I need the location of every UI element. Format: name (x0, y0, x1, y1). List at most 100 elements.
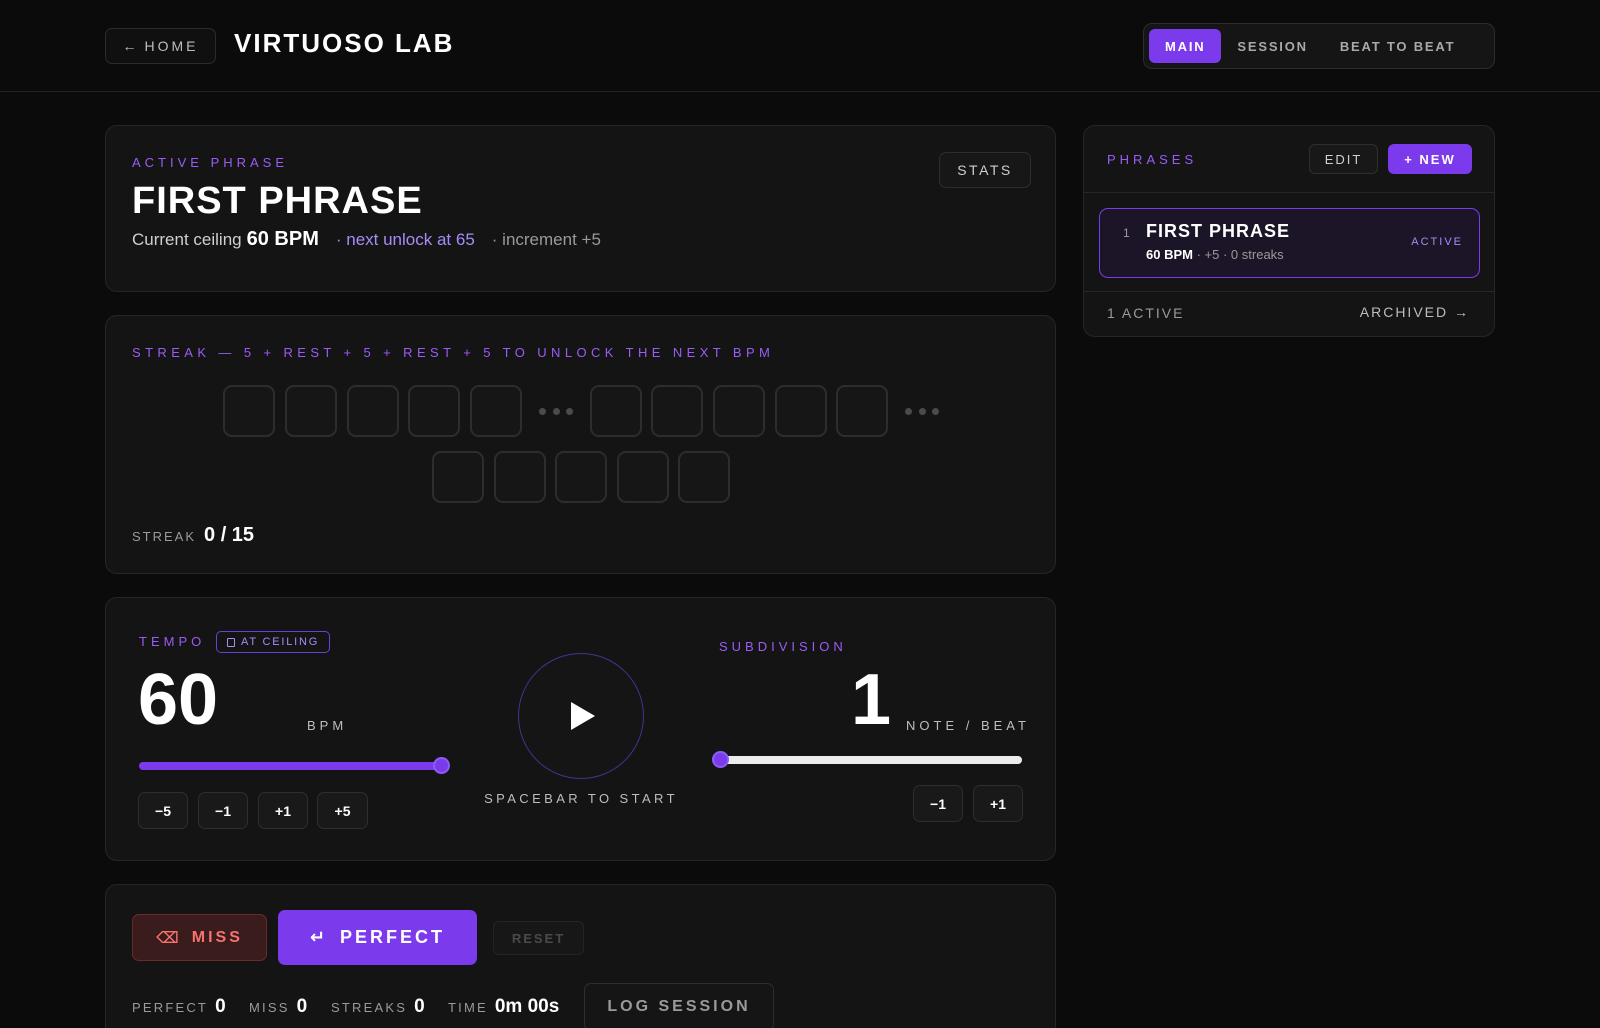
next-unlock: · next unlock at 65 (335, 230, 475, 249)
active-count: 1 ACTIVE (1107, 305, 1185, 321)
arrow-left-icon: ← (122, 38, 137, 54)
subdivision-eyebrow: SUBDIVISION (719, 639, 847, 654)
tab-beat-to-beat[interactable]: BEAT TO BEAT (1324, 29, 1472, 63)
streak-slot (617, 451, 669, 503)
streak-slot (678, 451, 730, 503)
active-phrase-title: FIRST PHRASE (132, 180, 423, 222)
metric-value: 0 (215, 996, 226, 1017)
streak-slot (470, 385, 522, 437)
log-session-button[interactable]: LOG SESSION (584, 983, 774, 1028)
active-phrase-eyebrow: ACTIVE PHRASE (132, 155, 289, 170)
phrase-list-item[interactable]: 1 FIRST PHRASE 60 BPM · +5 · 0 streaks A… (1099, 208, 1480, 278)
streak-slot (494, 451, 546, 503)
phrase-bpm: 60 BPM (1146, 247, 1193, 262)
actions-card: ⌫ MISS ↵ PERFECT RESET PERFECT 0 MISS 0 … (105, 884, 1056, 1028)
enter-icon: ↵ (309, 927, 329, 947)
phrase-streaks: · 0 streaks (1222, 247, 1284, 262)
streak-card: STREAK — 5 + REST + 5 + REST + 5 TO UNLO… (105, 315, 1056, 574)
tempo-minus-5-button[interactable]: −5 (138, 792, 188, 829)
app-title: VIRTUOSO LAB (234, 28, 455, 58)
tempo-card: TEMPO AT CEILING 60 BPM −5 −1 +1 +5 SPAC… (105, 597, 1056, 861)
archived-link[interactable]: ARCHIVED → (1360, 304, 1470, 320)
tempo-eyebrow: TEMPO (139, 634, 206, 649)
phrase-status: ACTIVE (1411, 236, 1463, 248)
miss-button[interactable]: ⌫ MISS (132, 914, 267, 961)
tempo-slider-thumb[interactable] (433, 757, 450, 774)
subdivision-slider-thumb[interactable] (712, 751, 729, 768)
subdivision-slider[interactable] (720, 756, 1022, 764)
subdivision-minus-1-button[interactable]: −1 (913, 785, 963, 822)
at-ceiling-badge: AT CEILING (216, 631, 331, 653)
streak-count-label: STREAK (132, 529, 197, 544)
streak-slot (651, 385, 703, 437)
view-tabs: MAIN SESSION BEAT TO BEAT (1143, 23, 1495, 69)
ceiling-value: 60 BPM (246, 228, 319, 250)
metric-time: TIME 0m 00s (448, 996, 559, 1018)
perfect-button[interactable]: ↵ PERFECT (278, 910, 477, 965)
phrase-name: FIRST PHRASE (1146, 221, 1291, 241)
reset-button[interactable]: RESET (493, 921, 584, 955)
backspace-icon: ⌫ (156, 929, 182, 947)
streak-slot (347, 385, 399, 437)
subdivision-unit: NOTE / BEAT (906, 718, 1030, 733)
phrase-number: 1 (1123, 226, 1130, 240)
new-phrase-button[interactable]: + NEW (1388, 144, 1472, 174)
increment-info: · increment +5 (491, 230, 601, 249)
streak-slot (713, 385, 765, 437)
streak-slot (408, 385, 460, 437)
tempo-slider[interactable] (139, 762, 441, 770)
edit-phrases-button[interactable]: EDIT (1309, 144, 1378, 174)
subdivision-plus-1-button[interactable]: +1 (973, 785, 1023, 822)
streak-counter: STREAK 0 / 15 (132, 524, 254, 547)
phrases-eyebrow: PHRASES (1107, 152, 1198, 167)
tab-main[interactable]: MAIN (1149, 29, 1222, 63)
metric-label: TIME (448, 1000, 488, 1015)
metric-value: 0 (414, 996, 425, 1017)
home-button[interactable]: ← HOME (105, 28, 216, 64)
tempo-value: 60 (138, 660, 219, 740)
metric-label: PERFECT (132, 1000, 209, 1015)
divider (1084, 192, 1494, 193)
ceiling-info: Current ceiling 60 BPM · next unlock at … (132, 228, 601, 251)
home-label: HOME (144, 38, 199, 54)
metric-value: 0m 00s (494, 996, 560, 1017)
streak-slot (285, 385, 337, 437)
metric-label: MISS (249, 1000, 290, 1015)
metric-streaks: STREAKS 0 (331, 996, 425, 1018)
streak-slot (432, 451, 484, 503)
subdivision-value: 1 (851, 660, 892, 740)
lock-icon (227, 637, 235, 647)
rest-separator (539, 385, 573, 437)
phrases-panel: PHRASES EDIT + NEW 1 FIRST PHRASE 60 BPM… (1083, 125, 1495, 337)
spacebar-hint: SPACEBAR TO START (484, 791, 678, 806)
metric-miss: MISS 0 (249, 996, 307, 1018)
perfect-label: PERFECT (340, 927, 446, 947)
streak-slot (223, 385, 275, 437)
streak-slot (775, 385, 827, 437)
stats-button[interactable]: STATS (939, 152, 1031, 188)
play-button[interactable] (518, 653, 644, 779)
phrase-meta: 60 BPM · +5 · 0 streaks (1146, 247, 1284, 262)
streak-eyebrow: STREAK — 5 + REST + 5 + REST + 5 TO UNLO… (132, 345, 775, 360)
tempo-unit: BPM (307, 718, 348, 733)
streak-slot (590, 385, 642, 437)
metric-value: 0 (296, 996, 308, 1017)
streak-count-value: 0 / 15 (204, 524, 255, 546)
top-bar: ← HOME VIRTUOSO LAB MAIN SESSION BEAT TO… (0, 0, 1600, 92)
rest-separator (905, 385, 939, 437)
tempo-minus-1-button[interactable]: −1 (198, 792, 248, 829)
miss-label: MISS (191, 928, 243, 946)
streak-slot (836, 385, 888, 437)
tempo-plus-1-button[interactable]: +1 (258, 792, 308, 829)
metric-perfect: PERFECT 0 (132, 996, 226, 1018)
ceiling-prefix: Current ceiling (132, 230, 242, 249)
at-ceiling-label: AT CEILING (241, 636, 320, 648)
active-phrase-card: ACTIVE PHRASE FIRST PHRASE Current ceili… (105, 125, 1056, 292)
play-icon (571, 702, 595, 730)
phrase-increment: · +5 (1196, 247, 1220, 262)
tab-session[interactable]: SESSION (1221, 29, 1323, 63)
metric-label: STREAKS (331, 1000, 408, 1015)
tempo-plus-5-button[interactable]: +5 (317, 792, 368, 829)
streak-slot (555, 451, 607, 503)
divider (1084, 291, 1494, 292)
